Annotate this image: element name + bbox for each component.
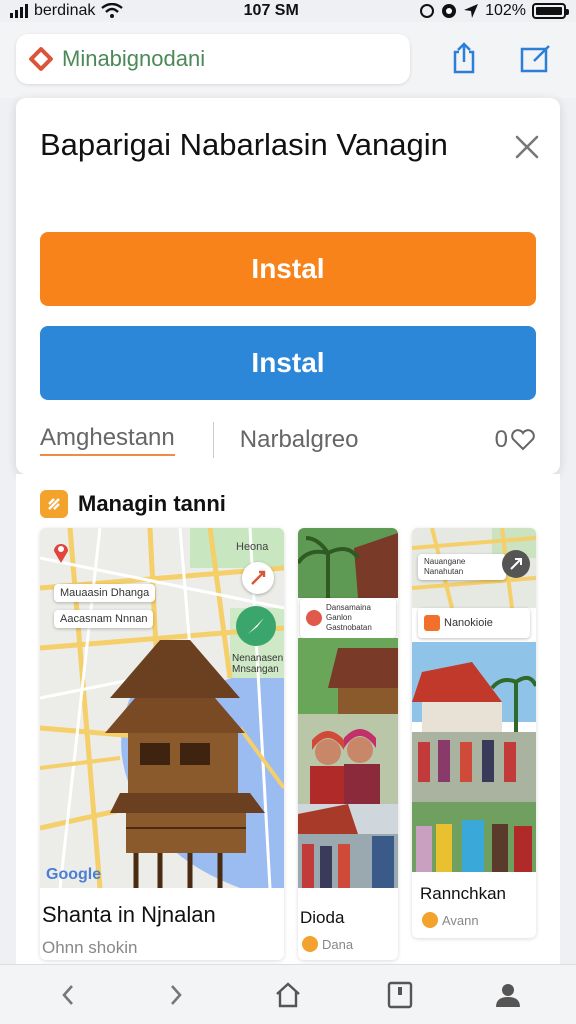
carrier-name: berdinak (34, 2, 96, 19)
user-icon (496, 984, 520, 1007)
place-2-meta-text: Dana (322, 936, 354, 952)
place-subtitle: Ohnn shokin (42, 938, 138, 957)
label-square-icon (424, 615, 440, 631)
dialog-title: Baparigai Nabarlasin Vanagin (40, 127, 448, 162)
signal-icon (10, 4, 28, 18)
map-view[interactable]: Heona Mauaasin Dhanga Aacasnam Nnnan Nen… (40, 528, 284, 889)
edit-icon (520, 45, 550, 73)
content-section: Managin tanni Heona Mauaasin Dhanga Aaca… (16, 474, 560, 964)
chevron-left-icon (62, 985, 73, 1005)
photo-temple-crowd (412, 642, 536, 802)
battery-percent: 102% (485, 2, 526, 19)
clock: 107 SM (243, 2, 299, 19)
home-button[interactable] (272, 979, 304, 1011)
close-icon[interactable] (512, 132, 542, 162)
rating-icon (302, 936, 318, 952)
forward-button[interactable] (160, 979, 192, 1011)
url-text: Minabignodani (62, 46, 206, 71)
share-icon (453, 42, 475, 74)
photo-card-label-3-text: Nanokioie (444, 617, 493, 629)
place-card-3[interactable]: Nauangane Nanahutan Nanokioie Rannchkan (412, 528, 536, 938)
map-chip-1[interactable]: Mauaasin Dhanga (54, 584, 156, 602)
place-2-name: Dioda (300, 908, 345, 927)
photo-house (298, 638, 398, 714)
back-button[interactable] (52, 979, 84, 1011)
map-chip-2[interactable]: Aacasnam Nnnan (54, 610, 154, 628)
route-icon (510, 558, 522, 570)
photo-card-label[interactable]: Dansamaina Ganlon Gastnobatan (300, 598, 396, 638)
map-pin-icon (54, 544, 68, 563)
place-3-meta: Avann (422, 912, 479, 928)
chevron-right-icon (171, 985, 182, 1005)
photo-card-label-3[interactable]: Nanokioie (418, 608, 530, 638)
rating-icon (422, 912, 438, 928)
browser-toolbar: Minabignodani (0, 22, 576, 98)
photo-palms (298, 528, 398, 598)
home-icon (276, 982, 300, 1008)
share-button[interactable] (446, 40, 482, 76)
place-3-name: Rannchkan (420, 884, 507, 903)
map-label-top: Heona (236, 541, 269, 553)
label-dot-icon (306, 610, 322, 626)
browser-bottom-toolbar (0, 964, 576, 1024)
place-2-meta: Dana (302, 936, 353, 952)
map-brand: Google (46, 866, 102, 883)
site-logo-icon (28, 46, 54, 72)
place-3-meta-text: Avann (442, 912, 479, 928)
place-card-2[interactable]: Dansamaina Ganlon Gastnobatan Dioda Dana (298, 528, 398, 960)
place-card-map[interactable]: Heona Mauaasin Dhanga Aacasnam Nnnan Nen… (40, 528, 284, 960)
directions-button[interactable] (242, 562, 274, 594)
dialog-links: Amghestann Narbalgreo 0 (40, 420, 536, 460)
photo-card-label-text: Dansamaina Ganlon Gastnobatan (326, 603, 372, 632)
compose-button[interactable] (518, 40, 554, 76)
favorite-count-value: 0 (494, 426, 508, 453)
compass-icon (248, 618, 264, 634)
tabs-button[interactable] (384, 979, 416, 1011)
map-chip-3[interactable]: Nauangane Nanahutan (418, 554, 506, 580)
heart-icon (511, 429, 535, 451)
route-button[interactable] (502, 550, 530, 578)
alarm-icon (420, 4, 435, 18)
section-header: Managin tanni (40, 490, 226, 518)
link-left[interactable]: Amghestann (40, 424, 175, 456)
divider (212, 422, 214, 458)
lock-rotation-icon (442, 4, 457, 18)
install-dialog: Baparigai Nabarlasin Vanagin Instal Inst… (16, 98, 560, 474)
directions-icon (251, 570, 266, 585)
section-title: Managin tanni (78, 491, 226, 516)
address-bar[interactable]: Minabignodani (16, 34, 410, 84)
section-icon (40, 490, 68, 518)
install-button-secondary[interactable]: Instal (40, 326, 536, 400)
link-right[interactable]: Narbalgreo (240, 426, 359, 454)
install-button-primary[interactable]: Instal (40, 232, 536, 306)
photo-people (298, 714, 398, 804)
map-label-mid: Nenanasen Mnsangan (232, 653, 284, 675)
favorite-count[interactable]: 0 (495, 426, 536, 454)
tabs-icon (387, 981, 413, 1009)
account-button[interactable] (492, 979, 524, 1011)
wifi-icon (101, 3, 124, 18)
photo-group (412, 802, 536, 872)
place-name: Shanta in Njnalan (42, 902, 216, 927)
navigate-button[interactable] (236, 606, 276, 646)
photo-crowd (298, 804, 398, 888)
battery-icon (532, 3, 569, 19)
status-bar: berdinak 107 SM 102% (0, 0, 576, 22)
location-icon (464, 4, 479, 18)
